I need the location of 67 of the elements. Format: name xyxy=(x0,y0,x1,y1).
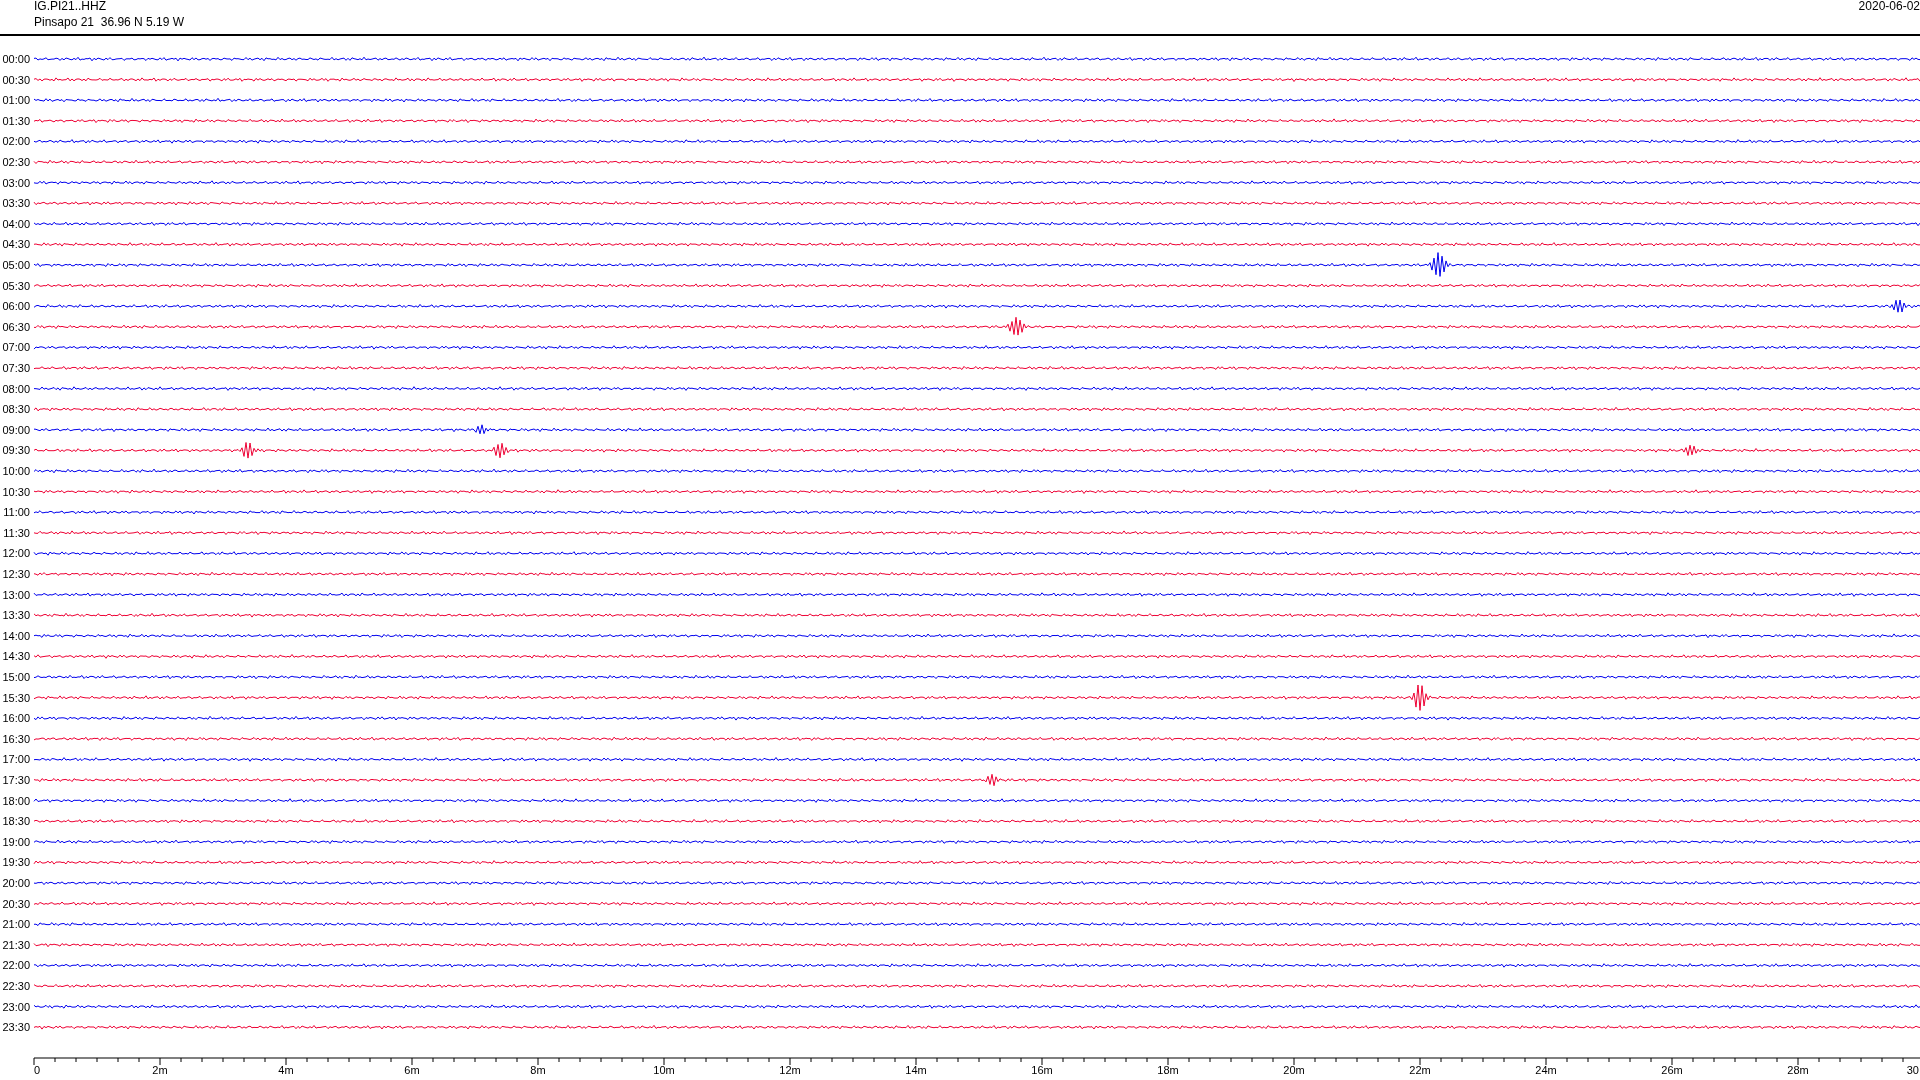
time-label: 19:30 xyxy=(2,856,30,869)
time-label: 22:00 xyxy=(2,959,30,972)
time-label: 16:00 xyxy=(2,712,30,725)
time-label: 10:30 xyxy=(2,485,30,498)
time-label: 00:00 xyxy=(2,53,30,65)
time-label: 18:30 xyxy=(2,815,30,828)
station-info: Pinsapo 21 36.96 N 5.19 W xyxy=(34,14,185,30)
time-label: 12:00 xyxy=(2,547,30,560)
time-label: 07:00 xyxy=(2,341,30,354)
time-label: 05:30 xyxy=(2,279,30,292)
time-label: 01:30 xyxy=(2,114,30,127)
time-label: 09:30 xyxy=(2,444,30,457)
axis-label: 28m xyxy=(1787,1064,1809,1076)
time-label: 13:00 xyxy=(2,588,30,601)
time-label: 16:30 xyxy=(2,732,30,745)
time-label: 19:00 xyxy=(2,835,30,848)
time-label: 20:00 xyxy=(2,877,30,889)
time-label: 21:30 xyxy=(2,938,30,951)
time-label: 23:30 xyxy=(2,1021,30,1034)
time-label: 03:00 xyxy=(2,176,30,189)
time-label: 01:00 xyxy=(2,94,30,107)
time-label: 04:30 xyxy=(2,238,30,251)
axis-label: 30 xyxy=(1906,1064,1919,1076)
axis-label: 8m xyxy=(530,1064,546,1076)
time-label: 23:00 xyxy=(2,1000,30,1013)
time-label: 08:30 xyxy=(2,403,30,416)
axis-label: 14m xyxy=(905,1064,927,1076)
time-label: 10:00 xyxy=(2,465,30,477)
time-label: 02:00 xyxy=(2,135,30,148)
time-label: 20:30 xyxy=(2,897,30,910)
axis-label: 18m xyxy=(1157,1064,1179,1076)
time-label: 14:00 xyxy=(2,629,30,642)
time-label: 21:00 xyxy=(2,918,30,931)
axis-label: 24m xyxy=(1535,1064,1557,1076)
time-label: 13:30 xyxy=(2,609,30,622)
axis-label: 2m xyxy=(152,1064,168,1076)
time-label: 18:00 xyxy=(2,794,30,807)
time-label: 15:30 xyxy=(2,691,30,704)
channel-name: IG.PI21..HHZ xyxy=(34,0,108,14)
date-label: 2020-06-02 xyxy=(1858,0,1920,14)
time-label: 22:30 xyxy=(2,980,30,992)
axis-label: 22m xyxy=(1409,1064,1431,1076)
axis-label: 26m xyxy=(1661,1064,1683,1076)
axis-label: 20m xyxy=(1283,1064,1305,1076)
time-label: 06:00 xyxy=(2,300,30,313)
time-label: 15:00 xyxy=(2,671,30,683)
time-label: 11:30 xyxy=(3,526,30,539)
time-label: 00:30 xyxy=(2,73,30,86)
time-label: 05:00 xyxy=(2,259,30,271)
axis-label: 10m xyxy=(653,1064,675,1076)
time-label: 11:00 xyxy=(3,506,30,519)
axis-label: 4m xyxy=(278,1064,294,1076)
time-label: 17:30 xyxy=(2,774,30,786)
time-label: 14:30 xyxy=(2,650,30,663)
axis-label: 16m xyxy=(1031,1064,1053,1076)
time-label: 07:30 xyxy=(2,362,30,374)
time-label: 06:30 xyxy=(2,320,30,333)
time-label: 08:00 xyxy=(2,382,30,395)
time-label: 03:30 xyxy=(2,197,30,210)
time-label: 12:30 xyxy=(2,568,30,580)
axis-label: 0 xyxy=(34,1064,41,1076)
axis-label: 12m xyxy=(779,1064,801,1076)
axis-label: 6m xyxy=(404,1064,420,1076)
time-label: 04:00 xyxy=(2,217,30,230)
time-label: 17:00 xyxy=(2,753,30,766)
time-label: 09:00 xyxy=(2,423,30,436)
time-label: 02:30 xyxy=(2,156,30,168)
